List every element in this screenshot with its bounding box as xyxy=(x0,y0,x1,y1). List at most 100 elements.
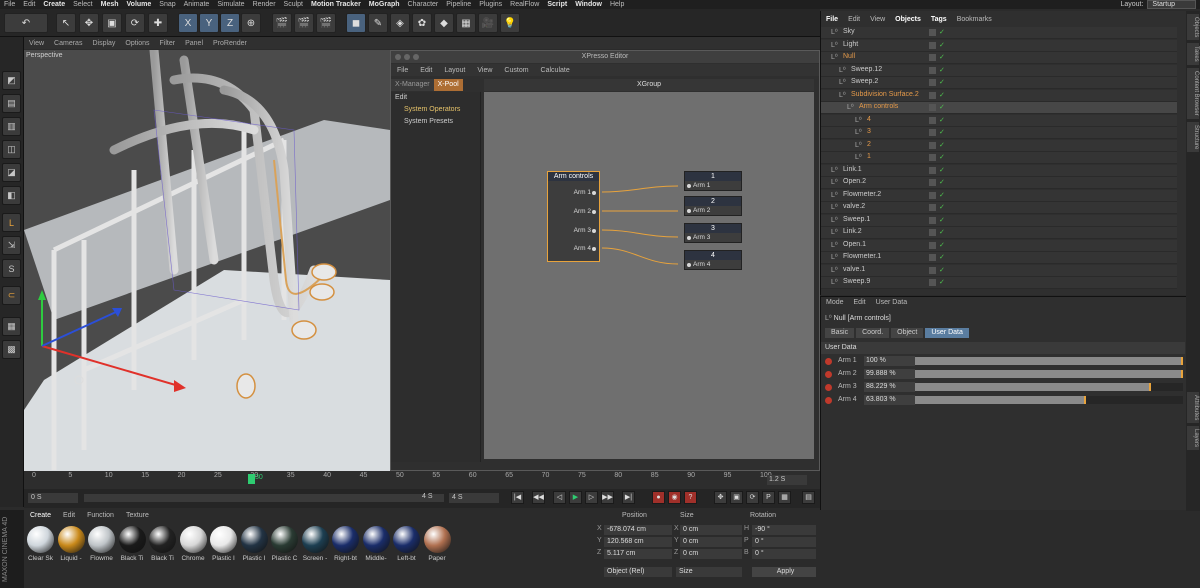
menu-volume[interactable]: Volume xyxy=(123,1,156,8)
enabled-check-icon[interactable]: ✓ xyxy=(939,216,945,224)
model-mode-icon[interactable]: ▤ xyxy=(2,94,21,113)
deformer-icon[interactable]: ◆ xyxy=(434,13,454,33)
visibility-toggle[interactable] xyxy=(929,254,936,261)
cube-object-icon[interactable]: ◼ xyxy=(346,13,366,33)
viewport-menu-display[interactable]: Display xyxy=(87,40,120,47)
zoom-window-icon[interactable] xyxy=(413,54,419,60)
coordinate-mode-dropdown[interactable]: Object (Rel) xyxy=(604,567,672,577)
animate-param-icon[interactable] xyxy=(825,358,832,365)
select-tool-icon[interactable]: ↖ xyxy=(56,13,76,33)
undo-button[interactable]: ↶ xyxy=(4,13,48,33)
object-row[interactable]: L⁰ Arm controls ✓ xyxy=(821,102,1177,114)
viewport-menu-options[interactable]: Options xyxy=(120,40,154,47)
material-swatch[interactable]: Right-bt xyxy=(331,526,360,570)
object-row[interactable]: L⁰ 2 ✓ xyxy=(821,139,1177,152)
object-row[interactable]: L⁰ Link.1 ✓ xyxy=(821,164,1177,177)
menu-script[interactable]: Script xyxy=(543,1,571,8)
param-value-field[interactable]: 63.803 % xyxy=(864,395,915,405)
viewport-menu-view[interactable]: View xyxy=(24,40,49,47)
object-menu-edit[interactable]: Edit xyxy=(843,16,865,23)
points-mode-icon[interactable]: ◫ xyxy=(2,140,21,159)
attribute-tab-user-data[interactable]: User Data xyxy=(925,328,969,338)
visibility-toggle[interactable] xyxy=(929,179,936,186)
scale-tool-icon[interactable]: ▣ xyxy=(102,13,122,33)
scale-key-icon[interactable]: ▣ xyxy=(730,491,743,504)
xpool-system-operators[interactable]: System Operators xyxy=(391,104,480,116)
menu-plugins[interactable]: Plugins xyxy=(475,1,506,8)
material-swatch[interactable]: Liquid - xyxy=(57,526,86,570)
material-swatch[interactable]: Paper xyxy=(423,526,452,570)
menu-pipeline[interactable]: Pipeline xyxy=(442,1,475,8)
pen-spline-icon[interactable]: ✎ xyxy=(368,13,388,33)
prev-key-icon[interactable]: ◀◀ xyxy=(532,491,545,504)
menu-mesh[interactable]: Mesh xyxy=(97,1,123,8)
object-menu-objects[interactable]: Objects xyxy=(890,16,926,23)
enabled-check-icon[interactable]: ✓ xyxy=(939,278,945,286)
parameter-key-icon[interactable]: P xyxy=(762,491,775,504)
menu-snap[interactable]: Snap xyxy=(155,1,179,8)
enabled-check-icon[interactable]: ✓ xyxy=(939,141,945,149)
target-node-4[interactable]: 4 Arm 4 xyxy=(684,250,742,270)
side-tab-attributes[interactable]: Attributes xyxy=(1187,392,1199,424)
object-row[interactable]: L⁰ Sweep.9 ✓ xyxy=(821,277,1177,289)
object-menu-bookmarks[interactable]: Bookmarks xyxy=(952,16,997,23)
visibility-toggle[interactable] xyxy=(929,104,936,111)
texture-mode-icon[interactable]: ▥ xyxy=(2,117,21,136)
minimize-window-icon[interactable] xyxy=(404,54,410,60)
recent-tool-icon[interactable]: ✚ xyxy=(148,13,168,33)
menu-window[interactable]: Window xyxy=(571,1,606,8)
target-node-1[interactable]: 1 Arm 1 xyxy=(684,171,742,191)
object-row[interactable]: L⁰ 3 ✓ xyxy=(821,127,1177,139)
menu-motion-tracker[interactable]: Motion Tracker xyxy=(307,1,365,8)
object-row[interactable]: L⁰ Flowmeter.2 ✓ xyxy=(821,189,1177,202)
material-swatch[interactable]: Flowme xyxy=(87,526,116,570)
xpresso-menu-edit[interactable]: Edit xyxy=(414,67,438,74)
rotate-tool-icon[interactable]: ⟳ xyxy=(125,13,145,33)
rotation-field[interactable]: 0 ° xyxy=(752,537,816,547)
menu-sculpt[interactable]: Sculpt xyxy=(280,1,307,8)
output-port[interactable] xyxy=(592,247,596,251)
object-row[interactable]: L⁰ Flowmeter.1 ✓ xyxy=(821,252,1177,264)
input-port[interactable] xyxy=(687,263,691,267)
material-swatch[interactable]: Screen - xyxy=(301,526,330,570)
rotation-field[interactable]: 0 ° xyxy=(752,549,816,559)
enabled-check-icon[interactable]: ✓ xyxy=(939,266,945,274)
visibility-toggle[interactable] xyxy=(929,204,936,211)
enabled-check-icon[interactable]: ✓ xyxy=(939,91,945,99)
output-port[interactable] xyxy=(592,229,596,233)
tab-x-pool[interactable]: X-Pool xyxy=(433,79,463,91)
grid-icon[interactable]: ▩ xyxy=(2,340,21,359)
edges-mode-icon[interactable]: ◪ xyxy=(2,163,21,182)
prev-frame-icon[interactable]: ◁ xyxy=(553,491,566,504)
close-window-icon[interactable] xyxy=(395,54,401,60)
x-axis-lock-icon[interactable]: X xyxy=(178,13,198,33)
attribute-menu-edit[interactable]: Edit xyxy=(849,299,871,311)
object-row[interactable]: L⁰ Null ✓ xyxy=(821,52,1177,64)
side-tab-takes[interactable]: Takes xyxy=(1187,43,1199,66)
enabled-check-icon[interactable]: ✓ xyxy=(939,103,945,111)
pla-key-icon[interactable]: ▦ xyxy=(778,491,791,504)
object-menu-view[interactable]: View xyxy=(865,16,890,23)
magnet-icon[interactable]: ⊂ xyxy=(2,286,21,305)
start-time-field[interactable]: 0 S xyxy=(28,493,78,503)
visibility-toggle[interactable] xyxy=(929,116,936,124)
visibility-toggle[interactable] xyxy=(929,29,936,36)
time-range-slider[interactable] xyxy=(84,494,444,502)
object-menu-file[interactable]: File xyxy=(821,16,843,23)
attribute-tab-coord[interactable]: Coord. xyxy=(856,328,890,338)
xpresso-menu-layout[interactable]: Layout xyxy=(438,67,471,74)
side-tab-content-browser[interactable]: Content Browser xyxy=(1187,68,1199,119)
visibility-toggle[interactable] xyxy=(929,129,936,136)
visibility-toggle[interactable] xyxy=(929,154,936,161)
object-row[interactable]: L⁰ 4 ✓ xyxy=(821,114,1177,127)
position-field[interactable]: 5.117 cm xyxy=(604,549,672,559)
size-mode-dropdown[interactable]: Size xyxy=(676,567,742,577)
z-axis-lock-icon[interactable]: Z xyxy=(220,13,240,33)
material-swatch[interactable]: Chrome xyxy=(179,526,208,570)
target-node-3[interactable]: 3 Arm 3 xyxy=(684,223,742,243)
y-axis-lock-icon[interactable]: Y xyxy=(199,13,219,33)
floor-icon[interactable]: ▦ xyxy=(456,13,476,33)
position-field[interactable]: 120.568 cm xyxy=(604,537,672,547)
viewport-menu-prorender[interactable]: ProRender xyxy=(208,40,252,47)
viewport-menu-cameras[interactable]: Cameras xyxy=(49,40,87,47)
